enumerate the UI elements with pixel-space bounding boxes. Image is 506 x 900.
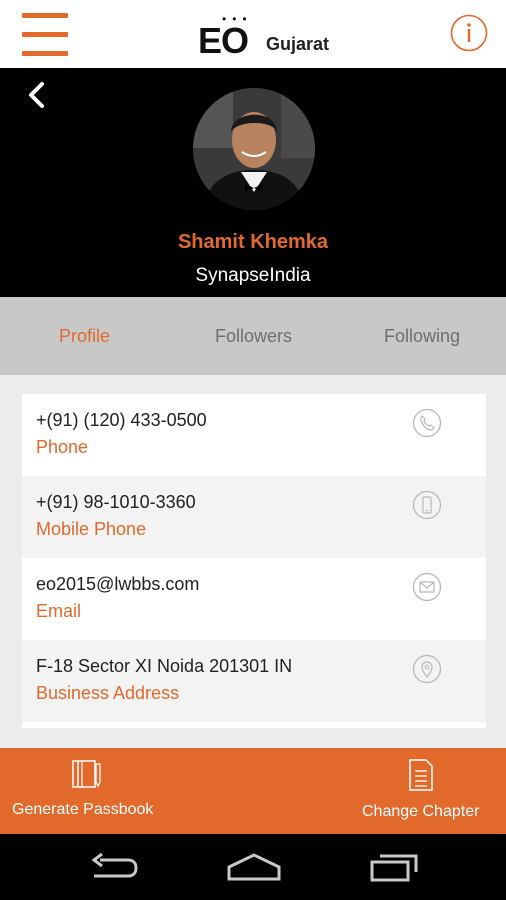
profile-header: Shamit Khemka SynapseIndia (0, 68, 506, 297)
back-arrow-icon[interactable] (24, 80, 52, 110)
contact-label: Phone (36, 437, 89, 457)
contact-value: F-18 Sector XI Noida 201301 IN (36, 656, 293, 676)
profile-tabs: Profile Followers Following (0, 297, 506, 375)
location-pin-icon[interactable] (412, 654, 442, 684)
hamburger-menu-icon[interactable] (22, 13, 68, 57)
profile-name: Shamit Khemka (177, 231, 329, 253)
avatar (193, 88, 315, 210)
tab-followers[interactable]: Followers (169, 297, 338, 375)
phone-icon[interactable] (412, 408, 442, 438)
email-icon[interactable] (412, 572, 442, 602)
profile-company: SynapseIndia (195, 265, 311, 286)
list-item[interactable]: F-18 Sector XI Noida 201301 IN Business … (22, 640, 486, 722)
home-nav-icon[interactable] (226, 852, 282, 887)
contact-list: +(91) (120) 433-0500 Phone +(91) 98-1010… (22, 394, 486, 728)
contact-label: Email (36, 601, 82, 621)
top-app-bar: ••• EO Gujarat (0, 0, 506, 68)
passbook-icon (70, 758, 102, 795)
list-item[interactable]: +(91) 98-1010-3360 Mobile Phone (22, 476, 486, 558)
mobile-phone-icon[interactable] (412, 490, 442, 520)
eo-logo: ••• EO Gujarat (198, 10, 338, 60)
list-item[interactable]: eo2015@lwbbs.com Email (22, 558, 486, 640)
list-item[interactable]: +(91) (120) 433-0500 Phone (22, 394, 486, 476)
change-chapter-button[interactable]: Change Chapter (350, 748, 506, 834)
contact-label: Business Address (36, 683, 180, 703)
tab-profile[interactable]: Profile (0, 297, 169, 375)
tab-following[interactable]: Following (338, 297, 506, 375)
info-icon[interactable] (450, 14, 488, 52)
generate-passbook-button[interactable]: Generate Passbook (0, 748, 170, 834)
recents-nav-icon[interactable] (370, 852, 420, 887)
back-nav-icon[interactable] (88, 852, 138, 887)
logo-eo-text: EO (198, 20, 249, 61)
footer-action-bar: Generate Passbook Change Chapter (0, 748, 506, 834)
contact-value: +(91) (120) 433-0500 (36, 410, 207, 430)
change-chapter-label: Change Chapter (362, 803, 480, 820)
generate-passbook-label: Generate Passbook (12, 801, 154, 818)
system-navigation-bar (0, 834, 506, 900)
chapter-name: Gujarat (266, 34, 330, 54)
document-icon (406, 758, 436, 797)
contact-value: +(91) 98-1010-3360 (36, 492, 196, 512)
contact-label: Mobile Phone (36, 519, 147, 539)
contact-value: eo2015@lwbbs.com (36, 574, 200, 594)
